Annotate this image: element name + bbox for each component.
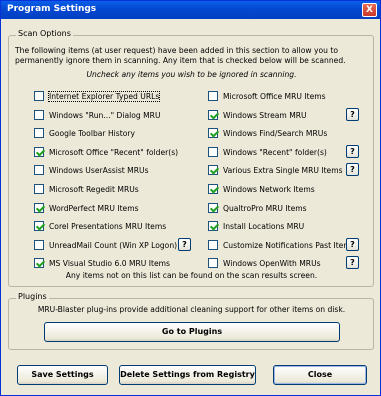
close-window-button[interactable]: X — [362, 3, 377, 17]
plugins-description: MRU-Blaster plug-ins provide additional … — [37, 305, 346, 314]
checkbox[interactable] — [34, 91, 44, 101]
checkbox[interactable] — [208, 91, 218, 101]
go-to-plugins-button[interactable]: Go to Plugins — [44, 322, 340, 342]
checkbox[interactable] — [208, 203, 218, 213]
scan-item-left-1[interactable]: Internet Explorer Typed URLs — [34, 90, 161, 102]
checkbox[interactable] — [34, 258, 44, 268]
scan-item-left-6[interactable]: Microsoft Regedit MRUs — [34, 183, 139, 195]
scan-item-label: Windows "Recent" folder(s) — [223, 147, 327, 157]
checkbox[interactable] — [34, 165, 44, 175]
scan-item-right-2[interactable]: Windows Stream MRU — [208, 109, 307, 121]
title-bar[interactable]: Program Settings X — [1, 1, 380, 19]
scan-item-left-2[interactable]: Windows "Run..." Dialog MRU — [34, 109, 161, 121]
scan-item-label: Windows OpenWith MRUs — [223, 258, 321, 268]
help-button[interactable]: ? — [346, 145, 359, 158]
checkbox[interactable] — [208, 258, 218, 268]
scan-item-label: Microsoft Office MRU Items — [223, 91, 326, 101]
scan-item-right-7[interactable]: QualtroPro MRU Items — [208, 202, 307, 214]
program-settings-window: Program Settings X Scan Options The foll… — [0, 0, 381, 396]
scan-item-label: Install Locations MRU — [223, 221, 305, 231]
checkbox[interactable] — [34, 184, 44, 194]
scan-item-right-9[interactable]: Customize Notifications Past Items — [208, 239, 355, 251]
scan-item-right-4[interactable]: Windows "Recent" folder(s) — [208, 146, 327, 158]
help-button[interactable]: ? — [346, 238, 359, 251]
checkbox[interactable] — [208, 128, 218, 138]
scan-item-label: Windows Stream MRU — [223, 110, 307, 120]
checkbox[interactable] — [208, 110, 218, 120]
checkbox[interactable] — [34, 240, 44, 250]
help-button[interactable]: ? — [178, 238, 191, 251]
delete-settings-button[interactable]: Delete Settings from Registry — [119, 365, 256, 385]
scan-item-label: Internet Explorer Typed URLs — [47, 90, 161, 102]
checkbox[interactable] — [34, 221, 44, 231]
scan-item-label: Windows UserAssist MRUs — [49, 165, 149, 175]
scan-item-label: UnreadMail Count (Win XP Logon) — [49, 240, 178, 250]
checkbox[interactable] — [34, 147, 44, 157]
scan-item-label: Microsoft Office "Recent" folder(s) — [49, 147, 179, 157]
scan-item-label: Corel Presentations MRU Items — [49, 221, 167, 231]
scan-item-left-3[interactable]: Google Toolbar History — [34, 127, 135, 139]
checkbox[interactable] — [208, 240, 218, 250]
checkbox[interactable] — [34, 128, 44, 138]
scan-item-label: Microsoft Regedit MRUs — [49, 184, 139, 194]
scan-item-label: Windows Network Items — [223, 184, 315, 194]
window-title: Program Settings — [7, 4, 97, 14]
checkbox[interactable] — [34, 203, 44, 213]
scan-item-left-8[interactable]: Corel Presentations MRU Items — [34, 220, 166, 232]
help-button[interactable]: ? — [346, 163, 359, 176]
scan-item-right-5[interactable]: Various Extra Single MRU Items — [208, 164, 343, 176]
scan-item-label: Windows Find/Search MRUs — [223, 128, 328, 138]
scan-item-label: Windows "Run..." Dialog MRU — [49, 110, 161, 120]
help-button[interactable]: ? — [346, 256, 359, 269]
checkbox[interactable] — [208, 147, 218, 157]
scan-item-label: QualtroPro MRU Items — [223, 203, 307, 213]
checkbox[interactable] — [208, 165, 218, 175]
scan-item-left-10[interactable]: MS Visual Studio 6.0 MRU Items — [34, 257, 170, 269]
scan-item-right-6[interactable]: Windows Network Items — [208, 183, 315, 195]
checkbox[interactable] — [208, 221, 218, 231]
scan-item-left-9[interactable]: UnreadMail Count (Win XP Logon) — [34, 239, 177, 251]
checkbox[interactable] — [208, 184, 218, 194]
checkbox[interactable] — [34, 110, 44, 120]
help-button[interactable]: ? — [346, 108, 359, 121]
scan-item-left-4[interactable]: Microsoft Office "Recent" folder(s) — [34, 146, 178, 158]
save-settings-button[interactable]: Save Settings — [17, 365, 108, 385]
scan-options-legend: Scan Options — [16, 29, 73, 38]
plugins-legend: Plugins — [16, 292, 49, 301]
scan-item-right-3[interactable]: Windows Find/Search MRUs — [208, 127, 327, 139]
scan-note: Any items not on this list can be found … — [65, 271, 318, 280]
scan-item-left-7[interactable]: WordPerfect MRU Items — [34, 202, 139, 214]
scan-item-right-8[interactable]: Install Locations MRU — [208, 220, 304, 232]
scan-item-label: Google Toolbar History — [49, 128, 135, 138]
scan-item-label: Customize Notifications Past Items — [223, 240, 355, 250]
uncheck-hint: Uncheck any items you wish to be ignored… — [86, 70, 297, 79]
scan-options-intro: The following items (at user request) ha… — [15, 46, 346, 65]
scan-item-label: WordPerfect MRU Items — [49, 203, 139, 213]
scan-item-label: MS Visual Studio 6.0 MRU Items — [49, 258, 171, 268]
close-button[interactable]: Close — [273, 365, 367, 385]
scan-item-right-10[interactable]: Windows OpenWith MRUs — [208, 257, 321, 269]
scan-item-label: Various Extra Single MRU Items — [223, 165, 343, 175]
scan-item-right-1[interactable]: Microsoft Office MRU Items — [208, 90, 326, 102]
scan-item-left-5[interactable]: Windows UserAssist MRUs — [34, 164, 149, 176]
